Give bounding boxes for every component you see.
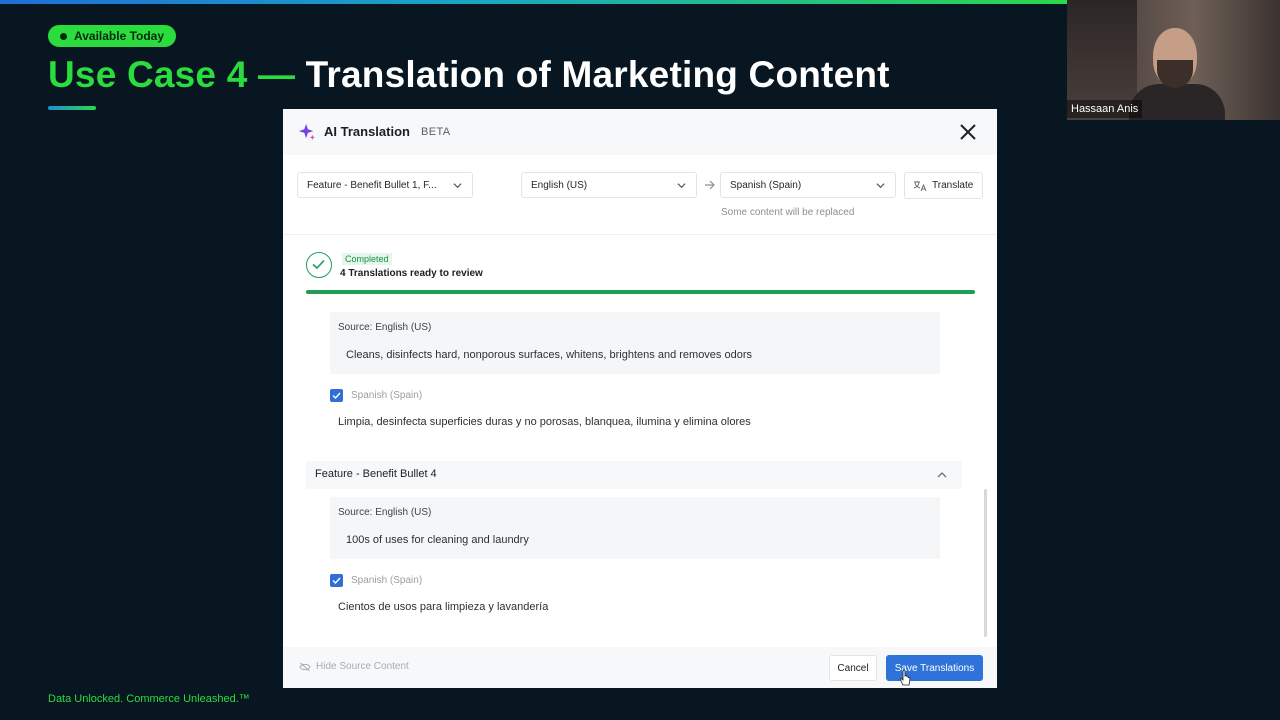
- source-language-select[interactable]: English (US): [521, 172, 697, 198]
- chevron-down-icon: [876, 183, 885, 189]
- progress-bar: [306, 290, 975, 294]
- translate-label: Translate: [932, 180, 974, 191]
- webcam-feed: Hassaan Anis: [1067, 0, 1280, 120]
- mouse-pointer-icon: [899, 670, 911, 686]
- source-language-value: English (US): [531, 179, 588, 191]
- slide-top-gradient-bar: [0, 0, 1067, 4]
- target-language-value: Spanish (Spain): [730, 179, 802, 191]
- source-label: Source: English (US): [338, 507, 432, 518]
- badge-dot-icon: [60, 32, 67, 40]
- badge-label: Available Today: [74, 29, 165, 43]
- translation-controls: Feature - Benefit Bullet 1, F... English…: [283, 155, 997, 235]
- translation-checkbox[interactable]: [330, 389, 343, 402]
- progress-fill: [306, 290, 975, 294]
- sparkle-icon: [298, 123, 316, 141]
- webcam-participant-name: Hassaan Anis: [1067, 100, 1143, 118]
- check-icon: [332, 392, 341, 399]
- available-today-badge: Available Today: [48, 25, 177, 47]
- cancel-button[interactable]: Cancel: [829, 655, 877, 681]
- target-language-label: Spanish (Spain): [351, 390, 423, 401]
- ai-translation-modal: AI Translation BETA Feature - Benefit Bu…: [283, 109, 997, 688]
- chevron-up-icon[interactable]: [937, 471, 947, 478]
- source-box: Source: English (US) Cleans, disinfects …: [330, 312, 940, 374]
- source-text: Cleans, disinfects hard, nonporous surfa…: [346, 349, 752, 361]
- slide-title-rest: Translation of Marketing Content: [295, 54, 890, 95]
- webcam-person-body: [1129, 84, 1225, 120]
- target-language-label: Spanish (Spain): [351, 575, 423, 586]
- hide-source-toggle[interactable]: Hide Source Content: [299, 661, 409, 672]
- section-title: Feature - Benefit Bullet 4: [315, 468, 437, 480]
- beta-badge: BETA: [421, 126, 451, 138]
- scrollbar[interactable]: [984, 489, 987, 637]
- modal-footer: Hide Source Content Cancel Save Translat…: [283, 647, 997, 688]
- target-text: Limpia, desinfecta superficies duras y n…: [338, 416, 751, 428]
- source-box: Source: English (US) 100s of uses for cl…: [330, 497, 940, 559]
- completed-check-icon: [306, 252, 332, 278]
- slide-footer-tagline: Data Unlocked. Commerce Unleashed.™: [48, 693, 250, 705]
- field-select-value: Feature - Benefit Bullet 1, F...: [307, 179, 437, 191]
- translation-results: Completed 4 Translations ready to review…: [283, 235, 997, 647]
- close-icon[interactable]: [958, 122, 978, 142]
- slide-title: Use Case 4 — Translation of Marketing Co…: [48, 54, 890, 96]
- chevron-down-icon: [453, 183, 462, 189]
- title-underline: [48, 106, 96, 110]
- source-text: 100s of uses for cleaning and laundry: [346, 534, 529, 546]
- hide-source-label: Hide Source Content: [316, 661, 409, 672]
- field-select[interactable]: Feature - Benefit Bullet 1, F...: [297, 172, 473, 198]
- eye-off-icon: [299, 662, 311, 671]
- modal-header: AI Translation BETA: [283, 109, 997, 155]
- replace-hint: Some content will be replaced: [721, 207, 855, 218]
- chevron-down-icon: [677, 183, 686, 189]
- slide-title-accent: Use Case 4 —: [48, 54, 296, 95]
- translate-icon: [913, 180, 927, 191]
- status-label: Completed: [342, 253, 392, 265]
- target-text: Cientos de usos para limpieza y lavander…: [338, 601, 549, 613]
- check-icon: [332, 577, 341, 584]
- translate-button[interactable]: Translate: [904, 172, 983, 199]
- modal-title: AI Translation: [324, 124, 410, 139]
- arrow-right-icon: [705, 180, 715, 190]
- target-language-select[interactable]: Spanish (Spain): [720, 172, 896, 198]
- source-label: Source: English (US): [338, 322, 432, 333]
- section-header-benefit-bullet-4[interactable]: Feature - Benefit Bullet 4: [306, 461, 962, 489]
- status-text: 4 Translations ready to review: [340, 268, 483, 279]
- translation-checkbox[interactable]: [330, 574, 343, 587]
